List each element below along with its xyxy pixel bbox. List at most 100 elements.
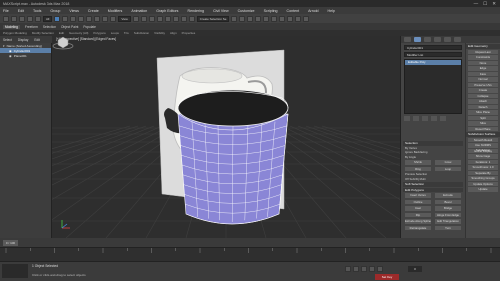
align-icon[interactable] (239, 15, 246, 22)
link-icon[interactable] (19, 15, 25, 22)
ribbon-tab-selection[interactable]: Selection (43, 25, 56, 29)
motion-tab-icon[interactable] (434, 37, 441, 42)
render-production-icon[interactable] (303, 15, 310, 22)
smoothness-field[interactable]: Smoothness: 1.0 (468, 165, 498, 170)
ribbon-panel-visibility[interactable]: Visibility (154, 31, 165, 35)
curve-editor-icon[interactable] (263, 15, 270, 22)
perspective-viewport[interactable]: [+] [Perspective] [Standard] [Edged Face… (52, 36, 400, 238)
menu-item-arnold[interactable]: Arnold (308, 9, 318, 13)
select-manipulate-icon[interactable] (140, 15, 147, 22)
menu-item-file[interactable]: File (3, 9, 9, 13)
menu-item-rendering[interactable]: Rendering (187, 9, 204, 13)
snaps-toggle-icon[interactable] (156, 15, 163, 22)
percent-snap-icon[interactable] (172, 15, 179, 22)
update-button[interactable]: Update (468, 187, 498, 192)
remove-modifier-icon[interactable] (431, 116, 437, 121)
geometry-button-create[interactable]: Create (468, 88, 498, 93)
shrink-button[interactable]: Shrink (405, 160, 431, 165)
previous-frame-icon[interactable] (353, 266, 359, 272)
scene-tab-display[interactable]: Display (18, 38, 28, 42)
time-slider[interactable]: 0 / 100 (3, 239, 18, 246)
menu-item-animation[interactable]: Animation (131, 9, 147, 13)
close-button[interactable]: ✕ (492, 1, 496, 7)
spinner-snap-icon[interactable] (180, 15, 187, 22)
selection-filter-dropdown[interactable]: All (43, 15, 53, 22)
bind-spacewarp-icon[interactable] (35, 15, 41, 22)
ribbon-panel-properties[interactable]: Properties (182, 31, 196, 35)
configure-sets-icon[interactable] (440, 116, 446, 121)
move-icon[interactable] (86, 15, 93, 22)
ribbon-panel-geometry-all-[interactable]: Geometry (All) (69, 31, 88, 35)
show-end-result-icon[interactable] (413, 116, 419, 121)
hierarchy-tab-icon[interactable] (424, 37, 431, 42)
geometry-button-constraints[interactable]: Constraints (468, 55, 498, 60)
ring-button[interactable]: Ring (405, 166, 431, 171)
next-frame-icon[interactable] (369, 266, 375, 272)
geometry-button-split[interactable]: Split (468, 115, 498, 120)
current-frame-field[interactable]: 0 (408, 266, 422, 272)
edit-poly-button-extrude[interactable]: Extrude (435, 193, 461, 198)
preview-subobj[interactable]: SubObj (409, 177, 418, 181)
subdivision-option-smooth-result[interactable]: Smooth Result (468, 137, 498, 142)
menu-item-group[interactable]: Group (50, 9, 60, 13)
ribbon-tab-modeling[interactable]: Modeling (3, 24, 20, 29)
minimize-button[interactable]: — (474, 1, 479, 7)
set-key-button[interactable]: Set Key (375, 274, 399, 280)
ribbon-panel-polygon-modeling[interactable]: Polygon Modeling (3, 31, 27, 35)
geometry-button-normal[interactable]: Normal (468, 77, 498, 82)
modifier-stack[interactable]: Editable Poly (404, 59, 462, 114)
rendered-frame-window-icon[interactable] (295, 15, 302, 22)
make-unique-icon[interactable] (422, 116, 428, 121)
display-tab-icon[interactable] (444, 37, 451, 42)
ribbon-panel-polygons[interactable]: Polygons (93, 31, 105, 35)
utilities-tab-icon[interactable] (454, 37, 461, 42)
stack-item-editable-poly[interactable]: Editable Poly (405, 60, 461, 65)
edit-poly-button-hinge-from-edge[interactable]: Hinge From Edge (435, 212, 461, 217)
reference-coordinate-dropdown[interactable]: View (118, 15, 131, 22)
select-object-icon[interactable] (54, 15, 61, 22)
ribbon-panel-loops[interactable]: Loops (111, 31, 119, 35)
edit-poly-button-flip[interactable]: Flip (405, 212, 431, 217)
schematic-view-icon[interactable] (271, 15, 278, 22)
geometry-button-detach[interactable]: Detach (468, 104, 498, 109)
subdivision-option-isoline-display[interactable]: Isoline Display (468, 148, 498, 153)
geometry-button-preserve-uvs[interactable]: Preserve UVs (468, 82, 498, 87)
ribbon-panel-subdivision[interactable]: Subdivision (134, 31, 149, 35)
preview-multi[interactable]: Multi (420, 177, 426, 181)
menu-item-scripting[interactable]: Scripting (264, 9, 278, 13)
ribbon-panel-tris[interactable]: Tris (124, 31, 129, 35)
subdivision-option-show-cage[interactable]: Show Cage (468, 154, 498, 159)
ribbon-panel-align[interactable]: Align (170, 31, 177, 35)
scene-item-plane[interactable]: ◉ Plane001 (0, 53, 51, 58)
pin-stack-icon[interactable] (404, 116, 410, 121)
ribbon-panel-modify-selection[interactable]: Modify Selection (32, 31, 54, 35)
pivot-point-icon[interactable] (132, 15, 139, 22)
scale-icon[interactable] (102, 15, 109, 22)
menu-item-views[interactable]: Views (69, 9, 79, 13)
geometry-button-reset-plane[interactable]: Reset Plane (468, 126, 498, 131)
subdivision-surface-header[interactable]: Subdivision Surface (466, 132, 500, 137)
edit-poly-button-edit-triangulation[interactable]: Edit Triangulation (435, 219, 461, 224)
unlink-icon[interactable] (27, 15, 33, 22)
scene-tab-edit[interactable]: Edit (34, 38, 40, 42)
menu-item-edit[interactable]: Edit (18, 9, 24, 13)
menu-item-content[interactable]: Content (287, 9, 300, 13)
mirror-icon[interactable] (231, 15, 238, 22)
go-to-end-icon[interactable] (377, 266, 383, 272)
geometry-button-collapse[interactable]: Collapse (468, 93, 498, 98)
geometry-button-slice-plane[interactable]: Slice Plane (468, 110, 498, 115)
menu-item-modifiers[interactable]: Modifiers (108, 9, 123, 13)
rectangle-selection-icon[interactable] (70, 15, 77, 22)
subdivision-option-use-nurms-subdivision[interactable]: Use NURMS Subdivision (468, 143, 498, 152)
menu-item-create[interactable]: Create (88, 9, 99, 13)
render-setup-icon[interactable] (287, 15, 294, 22)
maxscript-listener[interactable] (2, 264, 28, 278)
track-bar[interactable] (0, 247, 500, 261)
edit-poly-button-retriangulate[interactable]: Retriangulate (405, 225, 431, 230)
redo-icon[interactable] (11, 15, 17, 22)
edit-poly-button-outline[interactable]: Outline (405, 199, 431, 204)
time-slider-bar[interactable]: 0 / 100 (0, 238, 500, 247)
rotate-icon[interactable] (94, 15, 101, 22)
undo-icon[interactable] (3, 15, 9, 22)
edit-poly-button-insert-vertex[interactable]: Insert Vertex (405, 193, 431, 198)
